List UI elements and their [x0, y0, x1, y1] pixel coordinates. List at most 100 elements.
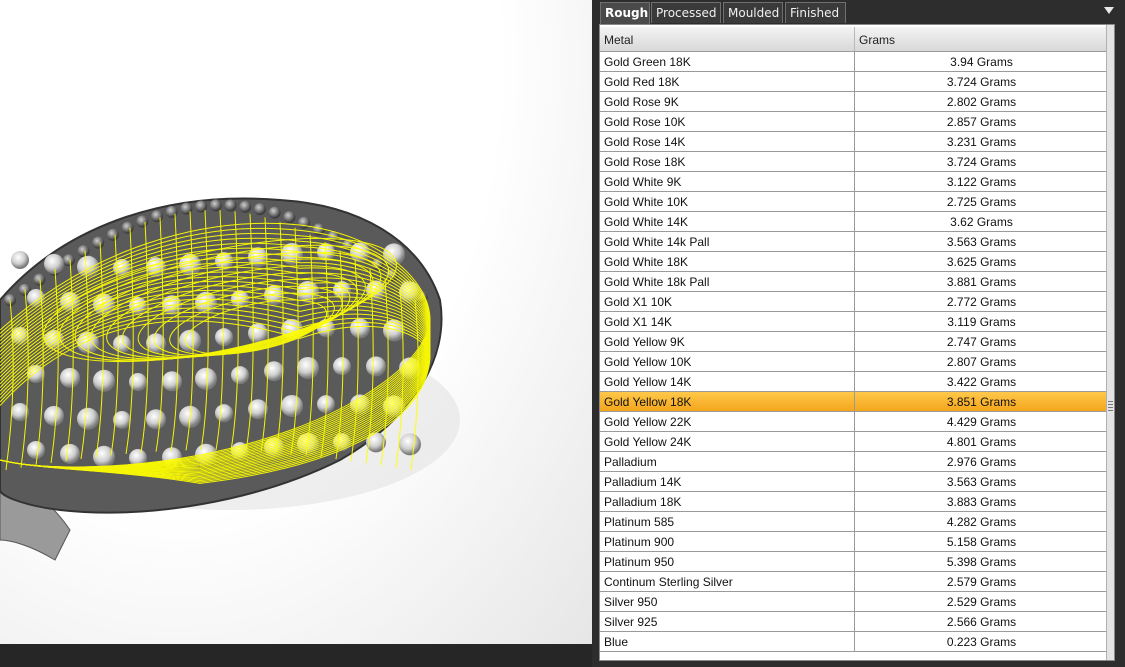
- metal-cell: Gold Green 18K: [600, 52, 855, 71]
- grams-cell: 2.725 Grams: [855, 192, 1109, 211]
- grams-cell: 3.851 Grams: [855, 392, 1109, 411]
- column-header-grams[interactable]: Grams: [855, 27, 1109, 51]
- metal-cell: Gold Yellow 9K: [600, 332, 855, 351]
- grams-cell: 2.529 Grams: [855, 592, 1109, 611]
- metal-cell: Gold Yellow 10K: [600, 352, 855, 371]
- table-row[interactable]: Gold Rose 9K 2.802 Grams: [600, 92, 1109, 112]
- table-row[interactable]: Gold Yellow 10K 2.807 Grams: [600, 352, 1109, 372]
- metal-cell: Gold White 18k Pall: [600, 272, 855, 291]
- grams-cell: 2.579 Grams: [855, 572, 1109, 591]
- metal-cell: Platinum 585: [600, 512, 855, 531]
- metal-cell: Gold Yellow 24K: [600, 432, 855, 451]
- grams-cell: 3.119 Grams: [855, 312, 1109, 331]
- grams-cell: 2.807 Grams: [855, 352, 1109, 371]
- table-row[interactable]: Gold White 18K 3.625 Grams: [600, 252, 1109, 272]
- grams-cell: 4.801 Grams: [855, 432, 1109, 451]
- metal-cell: Gold White 10K: [600, 192, 855, 211]
- table-row[interactable]: Gold Yellow 18K 3.851 Grams: [600, 392, 1109, 412]
- grams-cell: 3.881 Grams: [855, 272, 1109, 291]
- metal-cell: Platinum 950: [600, 552, 855, 571]
- grams-cell: 0.223 Grams: [855, 632, 1109, 651]
- table-row[interactable]: Platinum 950 5.398 Grams: [600, 552, 1109, 572]
- grams-cell: 2.976 Grams: [855, 452, 1109, 471]
- metal-cell: Gold Red 18K: [600, 72, 855, 91]
- table-row[interactable]: Silver 950 2.529 Grams: [600, 592, 1109, 612]
- grams-cell: 2.857 Grams: [855, 112, 1109, 131]
- table-row[interactable]: Blue 0.223 Grams: [600, 632, 1109, 652]
- metal-cell: Gold White 14K: [600, 212, 855, 231]
- metal-cell: Gold Rose 14K: [600, 132, 855, 151]
- table-row[interactable]: Gold White 14K 3.62 Grams: [600, 212, 1109, 232]
- grams-cell: 3.231 Grams: [855, 132, 1109, 151]
- grams-cell: 5.158 Grams: [855, 532, 1109, 551]
- grams-cell: 4.282 Grams: [855, 512, 1109, 531]
- tab-finished[interactable]: Finished: [785, 2, 846, 23]
- table-row[interactable]: Gold White 18k Pall 3.881 Grams: [600, 272, 1109, 292]
- metal-cell: Continum Sterling Silver: [600, 572, 855, 591]
- chevron-down-icon[interactable]: [1104, 7, 1114, 14]
- grams-cell: 3.883 Grams: [855, 492, 1109, 511]
- table-row[interactable]: Continum Sterling Silver 2.579 Grams: [600, 572, 1109, 592]
- metal-cell: Gold X1 10K: [600, 292, 855, 311]
- metal-cell: Gold Yellow 14K: [600, 372, 855, 391]
- tab-moulded[interactable]: Moulded: [723, 2, 783, 23]
- table-body: Gold Green 18K 3.94 Grams Gold Red 18K 3.72…: [600, 52, 1109, 652]
- table-row[interactable]: Silver 925 2.566 Grams: [600, 612, 1109, 632]
- table-row[interactable]: Gold Yellow 24K 4.801 Grams: [600, 432, 1109, 452]
- table-row[interactable]: Gold X1 14K 3.119 Grams: [600, 312, 1109, 332]
- metal-cell: Gold White 18K: [600, 252, 855, 271]
- table-row[interactable]: Platinum 585 4.282 Grams: [600, 512, 1109, 532]
- table-row[interactable]: Gold X1 10K 2.772 Grams: [600, 292, 1109, 312]
- grams-cell: 2.747 Grams: [855, 332, 1109, 351]
- table-row[interactable]: Platinum 900 5.158 Grams: [600, 532, 1109, 552]
- tab-bar: Rough Processed Moulded Finished: [600, 2, 1117, 25]
- grams-cell: 2.772 Grams: [855, 292, 1109, 311]
- metal-cell: Gold White 9K: [600, 172, 855, 191]
- table-row[interactable]: Gold Rose 14K 3.231 Grams: [600, 132, 1109, 152]
- metal-cell: Gold Yellow 22K: [600, 412, 855, 431]
- vertical-scrollbar[interactable]: [1106, 25, 1114, 660]
- table-row[interactable]: Gold Red 18K 3.724 Grams: [600, 72, 1109, 92]
- metal-cell: Gold Yellow 18K: [600, 392, 855, 411]
- table-row[interactable]: Gold Green 18K 3.94 Grams: [600, 52, 1109, 72]
- properties-panel: Rough Processed Moulded Finished Metal G…: [592, 0, 1125, 667]
- metal-cell: Gold White 14k Pall: [600, 232, 855, 251]
- table-row[interactable]: Gold Rose 18K 3.724 Grams: [600, 152, 1109, 172]
- grams-cell: 3.724 Grams: [855, 152, 1109, 171]
- table-row[interactable]: Gold White 14k Pall 3.563 Grams: [600, 232, 1109, 252]
- grams-cell: 3.122 Grams: [855, 172, 1109, 191]
- table-row[interactable]: Gold White 10K 2.725 Grams: [600, 192, 1109, 212]
- metal-cell: Platinum 900: [600, 532, 855, 551]
- status-strip: [0, 644, 598, 667]
- table-row[interactable]: Palladium 18K 3.883 Grams: [600, 492, 1109, 512]
- metal-cell: Palladium: [600, 452, 855, 471]
- grams-cell: 2.566 Grams: [855, 612, 1109, 631]
- metal-cell: Gold Rose 18K: [600, 152, 855, 171]
- grams-cell: 3.94 Grams: [855, 52, 1109, 71]
- grams-cell: 3.62 Grams: [855, 212, 1109, 231]
- grams-cell: 4.429 Grams: [855, 412, 1109, 431]
- 3d-viewport[interactable]: [0, 0, 592, 644]
- table-row[interactable]: Gold Rose 10K 2.857 Grams: [600, 112, 1109, 132]
- scrollbar-grip[interactable]: [1108, 401, 1113, 411]
- table-header: Metal Grams: [600, 27, 1109, 52]
- column-header-metal[interactable]: Metal: [600, 27, 855, 51]
- ring-render: [0, 197, 460, 561]
- tab-processed[interactable]: Processed: [651, 2, 721, 23]
- grams-cell: 5.398 Grams: [855, 552, 1109, 571]
- metal-cell: Palladium 14K: [600, 472, 855, 491]
- metal-cell: Gold Rose 10K: [600, 112, 855, 131]
- metal-cell: Gold Rose 9K: [600, 92, 855, 111]
- table-row[interactable]: Gold Yellow 9K 2.747 Grams: [600, 332, 1109, 352]
- table-row[interactable]: Gold Yellow 22K 4.429 Grams: [600, 412, 1109, 432]
- tab-rough[interactable]: Rough: [600, 2, 650, 25]
- table-row[interactable]: Palladium 2.976 Grams: [600, 452, 1109, 472]
- metal-cell: Blue: [600, 632, 855, 651]
- grams-cell: 3.563 Grams: [855, 472, 1109, 491]
- metal-cell: Palladium 18K: [600, 492, 855, 511]
- table-row[interactable]: Gold Yellow 14K 3.422 Grams: [600, 372, 1109, 392]
- metal-cell: Silver 950: [600, 592, 855, 611]
- grams-cell: 3.422 Grams: [855, 372, 1109, 391]
- table-row[interactable]: Gold White 9K 3.122 Grams: [600, 172, 1109, 192]
- table-row[interactable]: Palladium 14K 3.563 Grams: [600, 472, 1109, 492]
